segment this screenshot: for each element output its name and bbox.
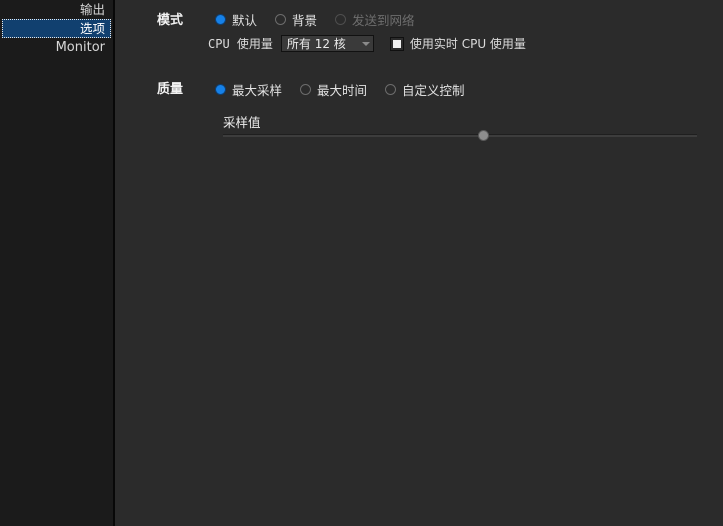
mode-group-label: 模式 bbox=[156, 13, 183, 28]
sidebar-item-monitor[interactable]: Monitor bbox=[0, 38, 113, 57]
mode-option-default[interactable]: 默认 bbox=[215, 10, 257, 29]
radio-off-disabled-icon bbox=[335, 14, 347, 25]
cpu-cores-dropdown-value: 所有 12 核 bbox=[286, 37, 346, 51]
samples-slider-block: 采样值 400 bbox=[223, 112, 698, 147]
checkbox-unchecked-icon[interactable] bbox=[389, 36, 404, 51]
cpu-usage-row: CPU 使用量 所有 12 核 使用实时 CPU 使用量 bbox=[208, 35, 526, 52]
radio-off-icon bbox=[300, 84, 312, 95]
options-panel: 模式 默认 背景 发送到网络 CPU 使用量 所有 12 核 使用实时 CPU … bbox=[115, 0, 723, 526]
sidebar-item-label: 输出 bbox=[79, 2, 105, 17]
quality-option-max-samples[interactable]: 最大采样 bbox=[215, 80, 282, 99]
samples-slider-label: 采样值 bbox=[223, 115, 261, 130]
quality-option-label: 自定义控制 bbox=[402, 83, 465, 98]
sidebar-item-label: 选项 bbox=[79, 21, 105, 36]
radio-off-icon bbox=[275, 14, 287, 25]
sidebar: 输出 选项 Monitor bbox=[0, 0, 115, 526]
realtime-cpu-checkbox-row[interactable]: 使用实时 CPU 使用量 bbox=[389, 35, 526, 52]
quality-radio-group: 最大采样 最大时间 自定义控制 bbox=[215, 80, 465, 99]
mode-option-send-to-network: 发送到网络 bbox=[335, 10, 415, 29]
mode-option-label: 背景 bbox=[292, 13, 318, 28]
sidebar-item-options[interactable]: 选项 bbox=[2, 19, 111, 38]
mode-option-background[interactable]: 背景 bbox=[275, 10, 317, 29]
mode-option-label: 发送到网络 bbox=[352, 13, 415, 28]
quality-option-label: 最大时间 bbox=[317, 83, 368, 98]
radio-on-icon bbox=[215, 84, 226, 95]
mode-radio-group: 默认 背景 发送到网络 bbox=[215, 10, 415, 29]
sidebar-item-label: Monitor bbox=[55, 40, 105, 55]
chevron-down-icon bbox=[361, 41, 370, 46]
sidebar-item-output[interactable]: 输出 bbox=[0, 0, 113, 19]
cpu-usage-label: CPU 使用量 bbox=[208, 37, 273, 51]
quality-option-label: 最大采样 bbox=[232, 83, 283, 98]
mode-option-label: 默认 bbox=[232, 13, 258, 28]
quality-option-max-time[interactable]: 最大时间 bbox=[300, 80, 367, 99]
quality-group-label: 质量 bbox=[156, 82, 183, 97]
options-window: 输出 选项 Monitor 模式 默认 背景 发送到网络 CPU 使用量 所有 … bbox=[0, 0, 723, 526]
samples-slider-handle[interactable] bbox=[478, 130, 490, 141]
radio-off-icon bbox=[385, 84, 397, 95]
radio-on-icon bbox=[215, 14, 226, 25]
cpu-cores-dropdown[interactable]: 所有 12 核 bbox=[280, 35, 374, 52]
samples-slider-track[interactable] bbox=[223, 134, 697, 137]
realtime-cpu-checkbox-label: 使用实时 CPU 使用量 bbox=[409, 37, 526, 51]
quality-option-custom-control[interactable]: 自定义控制 bbox=[385, 80, 465, 99]
